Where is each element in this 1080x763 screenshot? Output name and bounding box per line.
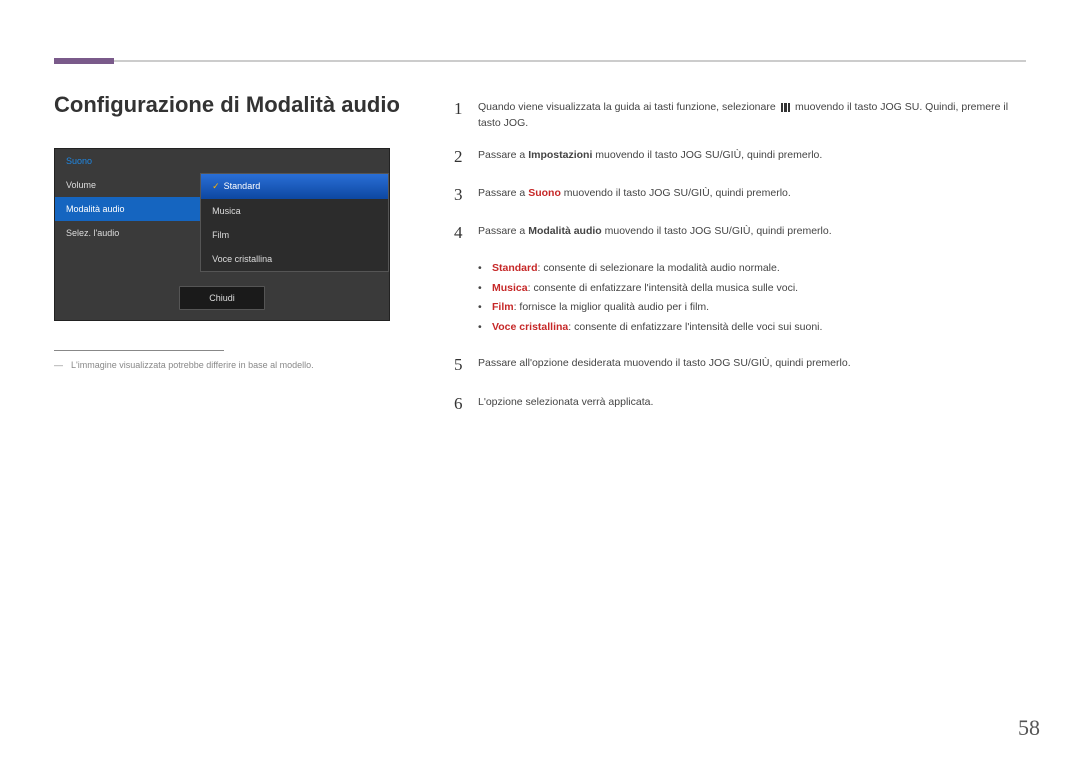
osd-item-volume[interactable]: Volume [55,173,200,197]
keyword-suono: Suono [528,187,561,199]
bullet-standard: • Standard: consente di selezionare la m… [478,259,1024,279]
step-number: 5 [454,352,478,378]
osd-panel: Suono Volume Modalità audio Selez. l'aud… [54,148,390,321]
osd-sub-musica[interactable]: Musica [201,199,388,223]
page-title: Configurazione di Modalità audio [54,92,400,118]
step-3: 3 Passare a Suono muovendo il tasto JOG … [454,182,1024,208]
keyword-impostazioni: Impostazioni [528,149,592,161]
osd-sub-label: Standard [224,181,261,191]
header-divider [54,60,1026,62]
step-content: Passare a Suono muovendo il tasto JOG SU… [478,182,1024,201]
osd-menu: Suono Volume Modalità audio Selez. l'aud… [55,149,389,272]
step-number: 6 [454,391,478,417]
step-content: L'opzione selezionata verrà applicata. [478,391,1024,410]
step-content: Passare a Impostazioni muovendo il tasto… [478,144,1024,163]
osd-close-button[interactable]: Chiudi [179,286,265,310]
step-number: 2 [454,144,478,170]
header-accent [54,58,114,64]
bullet-voce: • Voce cristallina: consente di enfatizz… [478,318,1024,338]
step-content: Quando viene visualizzata la guida ai ta… [478,96,1024,132]
step-number: 4 [454,220,478,246]
osd-sub-voce[interactable]: Voce cristallina [201,247,388,271]
step-number: 1 [454,96,478,122]
menu-icon [781,103,791,112]
step-content: Passare a Modalità audio muovendo il tas… [478,220,1024,239]
bullet-musica: • Musica: consente di enfatizzare l'inte… [478,279,1024,299]
footnote-text: L'immagine visualizzata potrebbe differi… [71,360,314,370]
osd-item-selez-audio[interactable]: Selez. l'audio [55,221,200,245]
step-1: 1 Quando viene visualizzata la guida ai … [454,96,1024,132]
osd-sub-film[interactable]: Film [201,223,388,247]
step-4: 4 Passare a Modalità audio muovendo il t… [454,220,1024,246]
step-content: Passare all'opzione desiderata muovendo … [478,352,1024,371]
steps-list: 1 Quando viene visualizzata la guida ai … [454,96,1024,429]
step-5: 5 Passare all'opzione desiderata muovend… [454,352,1024,378]
osd-category-header: Suono [55,149,200,173]
step-6: 6 L'opzione selezionata verrà applicata. [454,391,1024,417]
step-2: 2 Passare a Impostazioni muovendo il tas… [454,144,1024,170]
osd-submenu: ✓ Standard Musica Film Voce cristallina [200,173,389,272]
check-icon: ✓ [212,181,220,191]
bullet-film: • Film: fornisce la miglior qualità audi… [478,298,1024,318]
osd-item-modalita-audio[interactable]: Modalità audio [55,197,200,221]
keyword-modalita-audio: Modalità audio [528,225,602,237]
footnote-dash: ― [54,360,63,370]
footnote: ― L'immagine visualizzata potrebbe differ… [54,360,394,370]
osd-left-column: Suono Volume Modalità audio Selez. l'aud… [55,149,200,272]
page-number: 58 [1018,715,1040,741]
footnote-divider [54,350,224,351]
bullet-list: • Standard: consente di selezionare la m… [478,259,1024,339]
step-number: 3 [454,182,478,208]
osd-sub-standard[interactable]: ✓ Standard [201,174,388,199]
